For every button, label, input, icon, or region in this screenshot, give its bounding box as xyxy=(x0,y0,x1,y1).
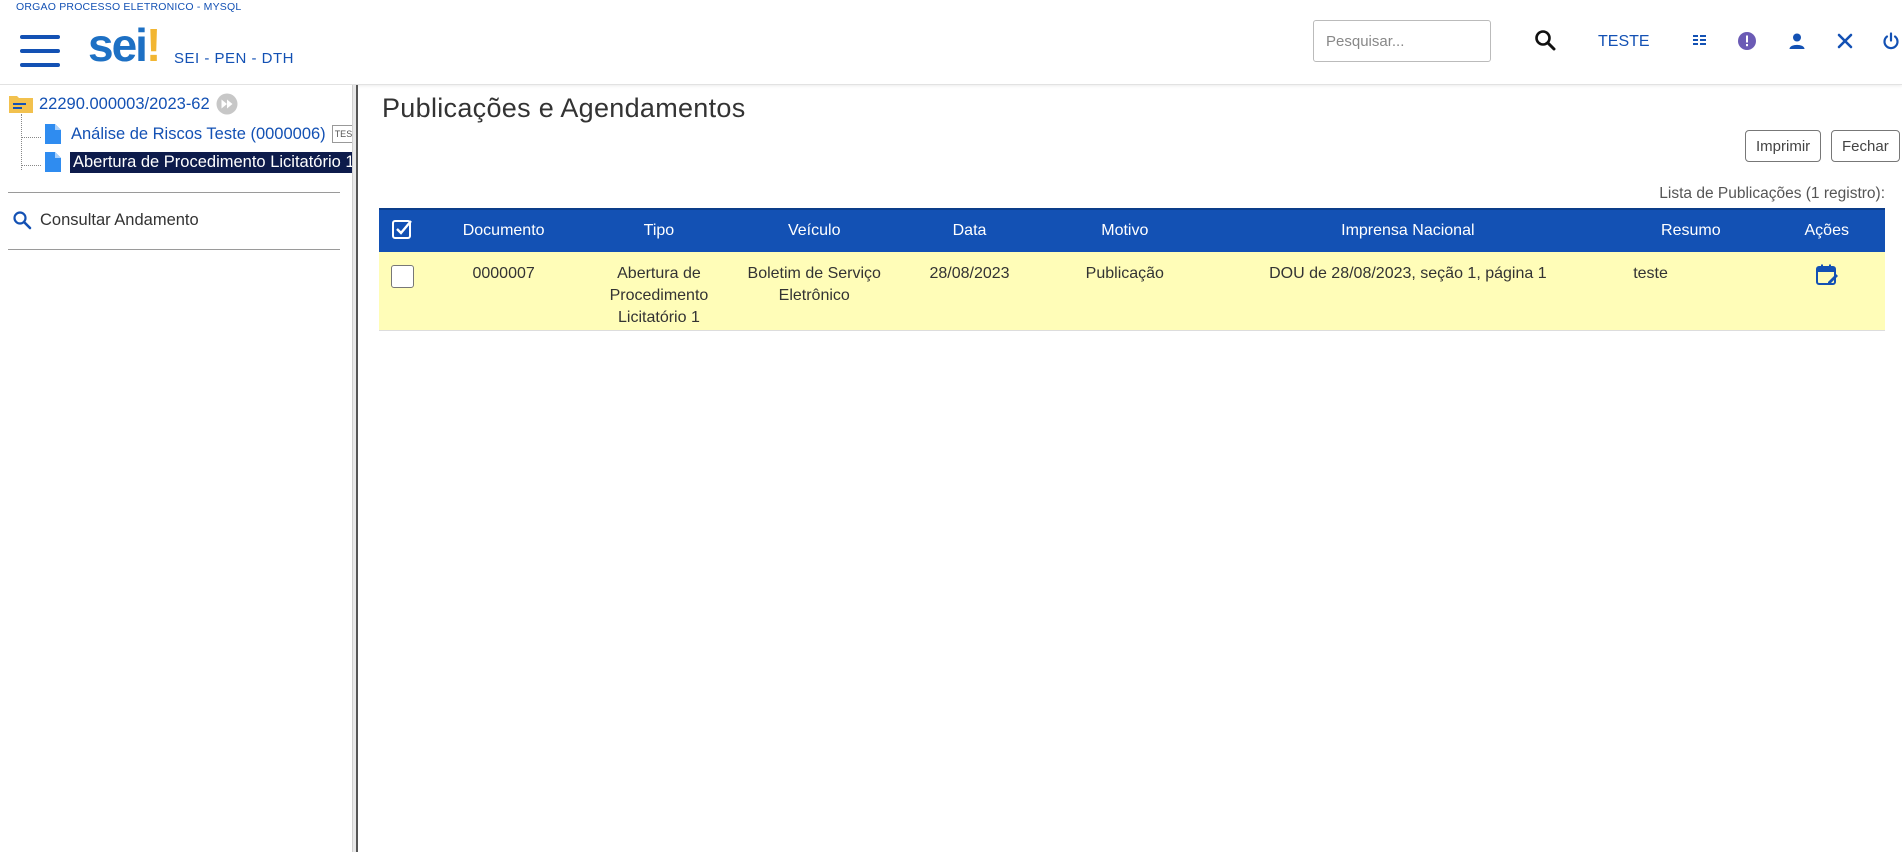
forward-icon[interactable] xyxy=(216,93,238,115)
print-button[interactable]: Imprimir xyxy=(1745,130,1822,162)
process-number-link[interactable]: 22290.000003/2023-62 xyxy=(39,95,210,114)
column-header[interactable]: Motivo xyxy=(1047,208,1203,252)
cell-imprensa: DOU de 28/08/2023, seção 1, página 1 xyxy=(1202,252,1614,331)
power-icon[interactable] xyxy=(1880,30,1902,52)
document-icon xyxy=(44,123,62,145)
publications-table: Documento Tipo Veículo Data Motivo Impre… xyxy=(379,208,1885,331)
column-header[interactable]: Data xyxy=(891,208,1048,252)
cell-resumo: teste xyxy=(1613,252,1769,331)
tree-document-row[interactable]: Análise de Riscos Teste (0000006) TESTE xyxy=(44,123,356,145)
tree-process-row[interactable]: 22290.000003/2023-62 xyxy=(8,93,238,115)
tools-icon[interactable] xyxy=(1834,30,1856,52)
consult-andamento-link[interactable]: Consultar Andamento xyxy=(12,210,199,230)
top-bar: ORGAO PROCESSO ELETRONICO - MYSQL sei! S… xyxy=(0,0,1902,85)
cell-motivo: Publicação xyxy=(1047,252,1203,331)
column-header[interactable]: Veículo xyxy=(736,208,892,252)
document-icon xyxy=(44,151,62,173)
alert-icon[interactable] xyxy=(1736,30,1758,52)
close-button[interactable]: Fechar xyxy=(1831,130,1900,162)
column-header: Ações xyxy=(1768,208,1885,252)
org-name: ORGAO PROCESSO ELETRONICO - MYSQL xyxy=(16,1,242,13)
column-header[interactable]: Imprensa Nacional xyxy=(1202,208,1614,252)
tree-document-link-selected[interactable]: Abertura de Procedimento Licitatório 1 xyxy=(70,151,358,173)
system-label: SEI - PEN - DTH xyxy=(174,50,295,67)
cell-actions xyxy=(1768,252,1885,331)
list-caption: Lista de Publicações (1 registro): xyxy=(1659,185,1885,202)
search-icon xyxy=(12,210,32,230)
select-all-icon[interactable] xyxy=(379,208,426,252)
process-tree-pane: 22290.000003/2023-62 Análise de Riscos T… xyxy=(0,85,358,852)
table-header-row: Documento Tipo Veículo Data Motivo Impre… xyxy=(379,208,1885,252)
user-icon[interactable] xyxy=(1786,30,1808,52)
search-icon[interactable] xyxy=(1534,29,1556,53)
sei-logo[interactable]: sei! xyxy=(88,20,161,70)
column-header[interactable]: Documento xyxy=(425,208,582,252)
calendar-edit-icon[interactable] xyxy=(1815,263,1839,294)
search-input[interactable] xyxy=(1313,20,1491,62)
cell-documento: 0000007 xyxy=(425,252,582,331)
cell-data: 28/08/2023 xyxy=(891,252,1048,331)
column-header[interactable]: Tipo xyxy=(581,208,737,252)
cell-tipo: Abertura de Procedimento Licitatório 1 xyxy=(581,252,737,331)
table-row: 0000007 Abertura de Procedimento Licitat… xyxy=(379,252,1885,331)
column-header[interactable]: Resumo xyxy=(1613,208,1769,252)
tree-document-link[interactable]: Análise de Riscos Teste (0000006) xyxy=(71,125,326,144)
list-icon[interactable] xyxy=(1689,30,1711,52)
page-title: Publicações e Agendamentos xyxy=(382,93,746,123)
folder-icon xyxy=(8,93,34,115)
row-select-cell xyxy=(379,252,426,331)
row-checkbox[interactable] xyxy=(390,265,414,288)
menu-icon[interactable] xyxy=(20,35,60,67)
cell-veiculo: Boletim de Serviço Eletrônico xyxy=(736,252,892,331)
unit-selector[interactable]: TESTE xyxy=(1598,33,1650,51)
main-content: Publicações e Agendamentos Imprimir Fech… xyxy=(358,85,1902,852)
divider xyxy=(8,249,340,250)
consult-label: Consultar Andamento xyxy=(40,210,199,229)
tree-document-row[interactable]: Abertura de Procedimento Licitatório 1 xyxy=(44,151,358,173)
divider xyxy=(8,192,340,193)
